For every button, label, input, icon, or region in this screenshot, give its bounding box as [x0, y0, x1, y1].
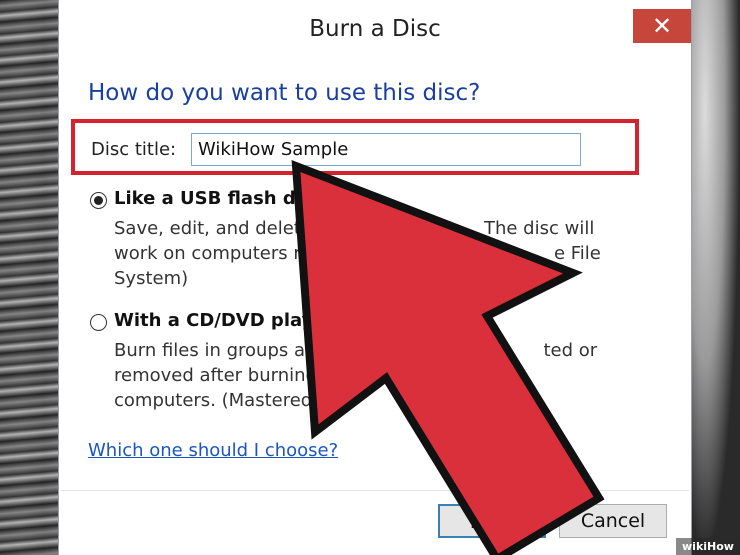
- cd-desc-line-2: removed after burning. The disc so wo: [114, 365, 496, 386]
- cd-desc-line-3: computers. (Mastered): [114, 390, 320, 411]
- background-right: [690, 0, 740, 555]
- title-bar: Burn a Disc ✕: [59, 0, 691, 66]
- burn-disc-dialog: Burn a Disc ✕ How do you want to use thi…: [58, 0, 692, 555]
- usb-desc-line-1: Save, edit, and delete fil The disc will: [114, 218, 595, 239]
- usb-desc-line-3: System): [114, 268, 189, 289]
- cd-dvd-option-description: Burn files in groups and individ ted or r…: [114, 338, 614, 413]
- cancel-button[interactable]: Cancel: [559, 504, 667, 538]
- footer-divider: [61, 490, 689, 491]
- background-left: [0, 0, 60, 555]
- cd-desc-line-1: Burn files in groups and individ ted or: [114, 340, 598, 361]
- which-one-help-link[interactable]: Which one should I choose?: [88, 440, 338, 461]
- cd-dvd-player-radio[interactable]: [90, 314, 107, 331]
- radio-selected-dot: [94, 196, 103, 205]
- main-heading: How do you want to use this disc?: [88, 80, 481, 106]
- usb-flash-drive-option-label[interactable]: Like a USB flash drive: [114, 188, 335, 209]
- usb-option-description: Save, edit, and delete fil The disc will …: [114, 216, 614, 291]
- close-icon: ✕: [651, 12, 673, 40]
- window-title: Burn a Disc: [309, 16, 441, 42]
- disc-title-input[interactable]: [191, 133, 581, 166]
- disc-title-label: Disc title:: [91, 139, 177, 160]
- dialog-content: How do you want to use this disc? Disc t…: [61, 66, 689, 555]
- wikihow-watermark: wikiHow: [676, 538, 740, 555]
- close-button[interactable]: ✕: [633, 9, 691, 43]
- usb-flash-drive-radio[interactable]: [90, 192, 107, 209]
- cd-dvd-player-option-label[interactable]: With a CD/DVD player: [114, 310, 334, 331]
- screenshot-stage: Burn a Disc ✕ How do you want to use thi…: [0, 0, 740, 555]
- next-button[interactable]: Next: [438, 504, 546, 538]
- usb-desc-line-2: work on computers runni e File: [114, 243, 601, 264]
